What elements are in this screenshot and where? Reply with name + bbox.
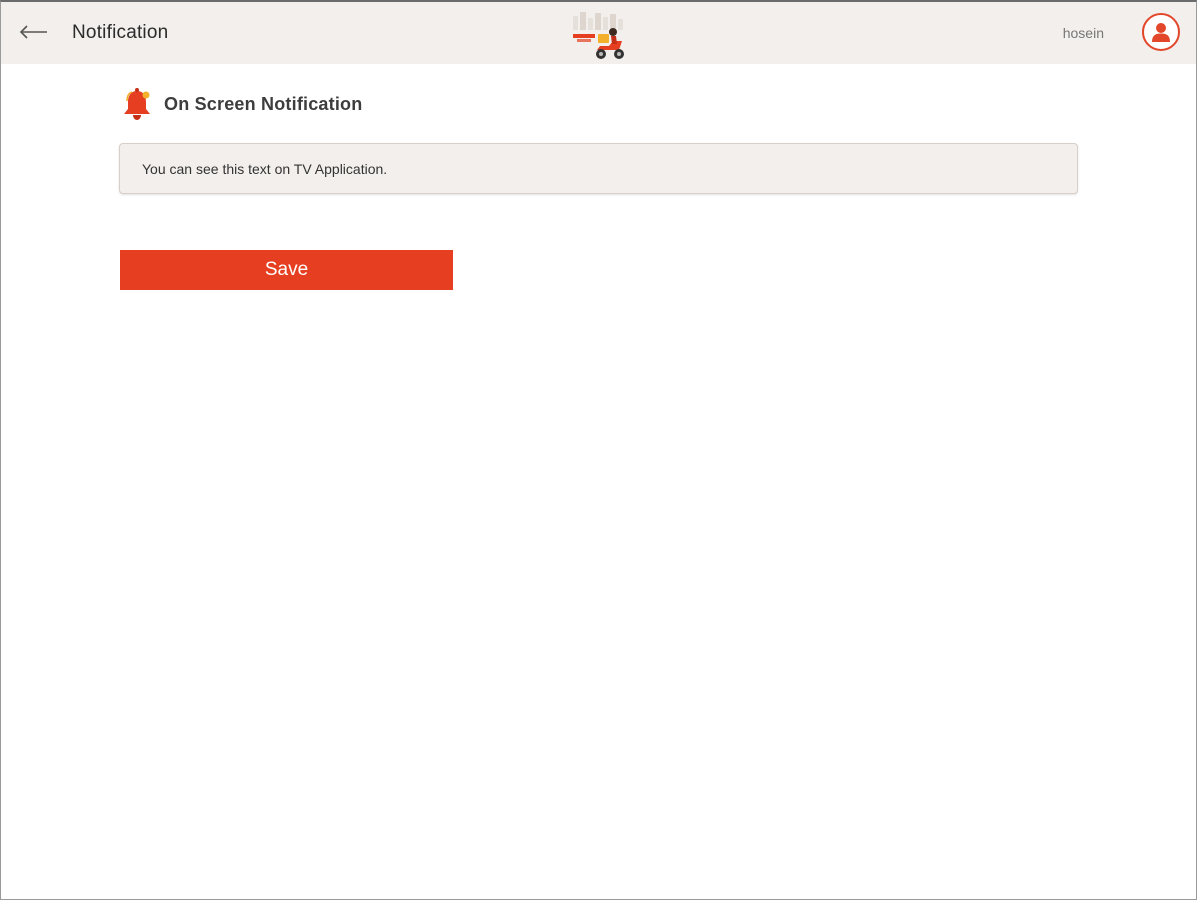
page-title: Notification bbox=[72, 22, 169, 43]
notification-text-value: You can see this text on TV Application. bbox=[142, 160, 388, 177]
notification-text-field[interactable]: You can see this text on TV Application. bbox=[119, 143, 1078, 194]
user-avatar-icon[interactable] bbox=[1142, 13, 1180, 51]
section-title: On Screen Notification bbox=[164, 93, 363, 114]
save-button[interactable]: Save bbox=[120, 250, 453, 290]
section-header: On Screen Notification bbox=[121, 86, 362, 122]
bell-icon bbox=[121, 87, 153, 121]
arrow-left-icon bbox=[19, 25, 49, 39]
back-button[interactable] bbox=[17, 17, 51, 47]
username-label: hosein bbox=[1062, 25, 1104, 41]
delivery-scooter-logo bbox=[567, 10, 631, 62]
top-bar: Notification hosein bbox=[1, 2, 1196, 64]
